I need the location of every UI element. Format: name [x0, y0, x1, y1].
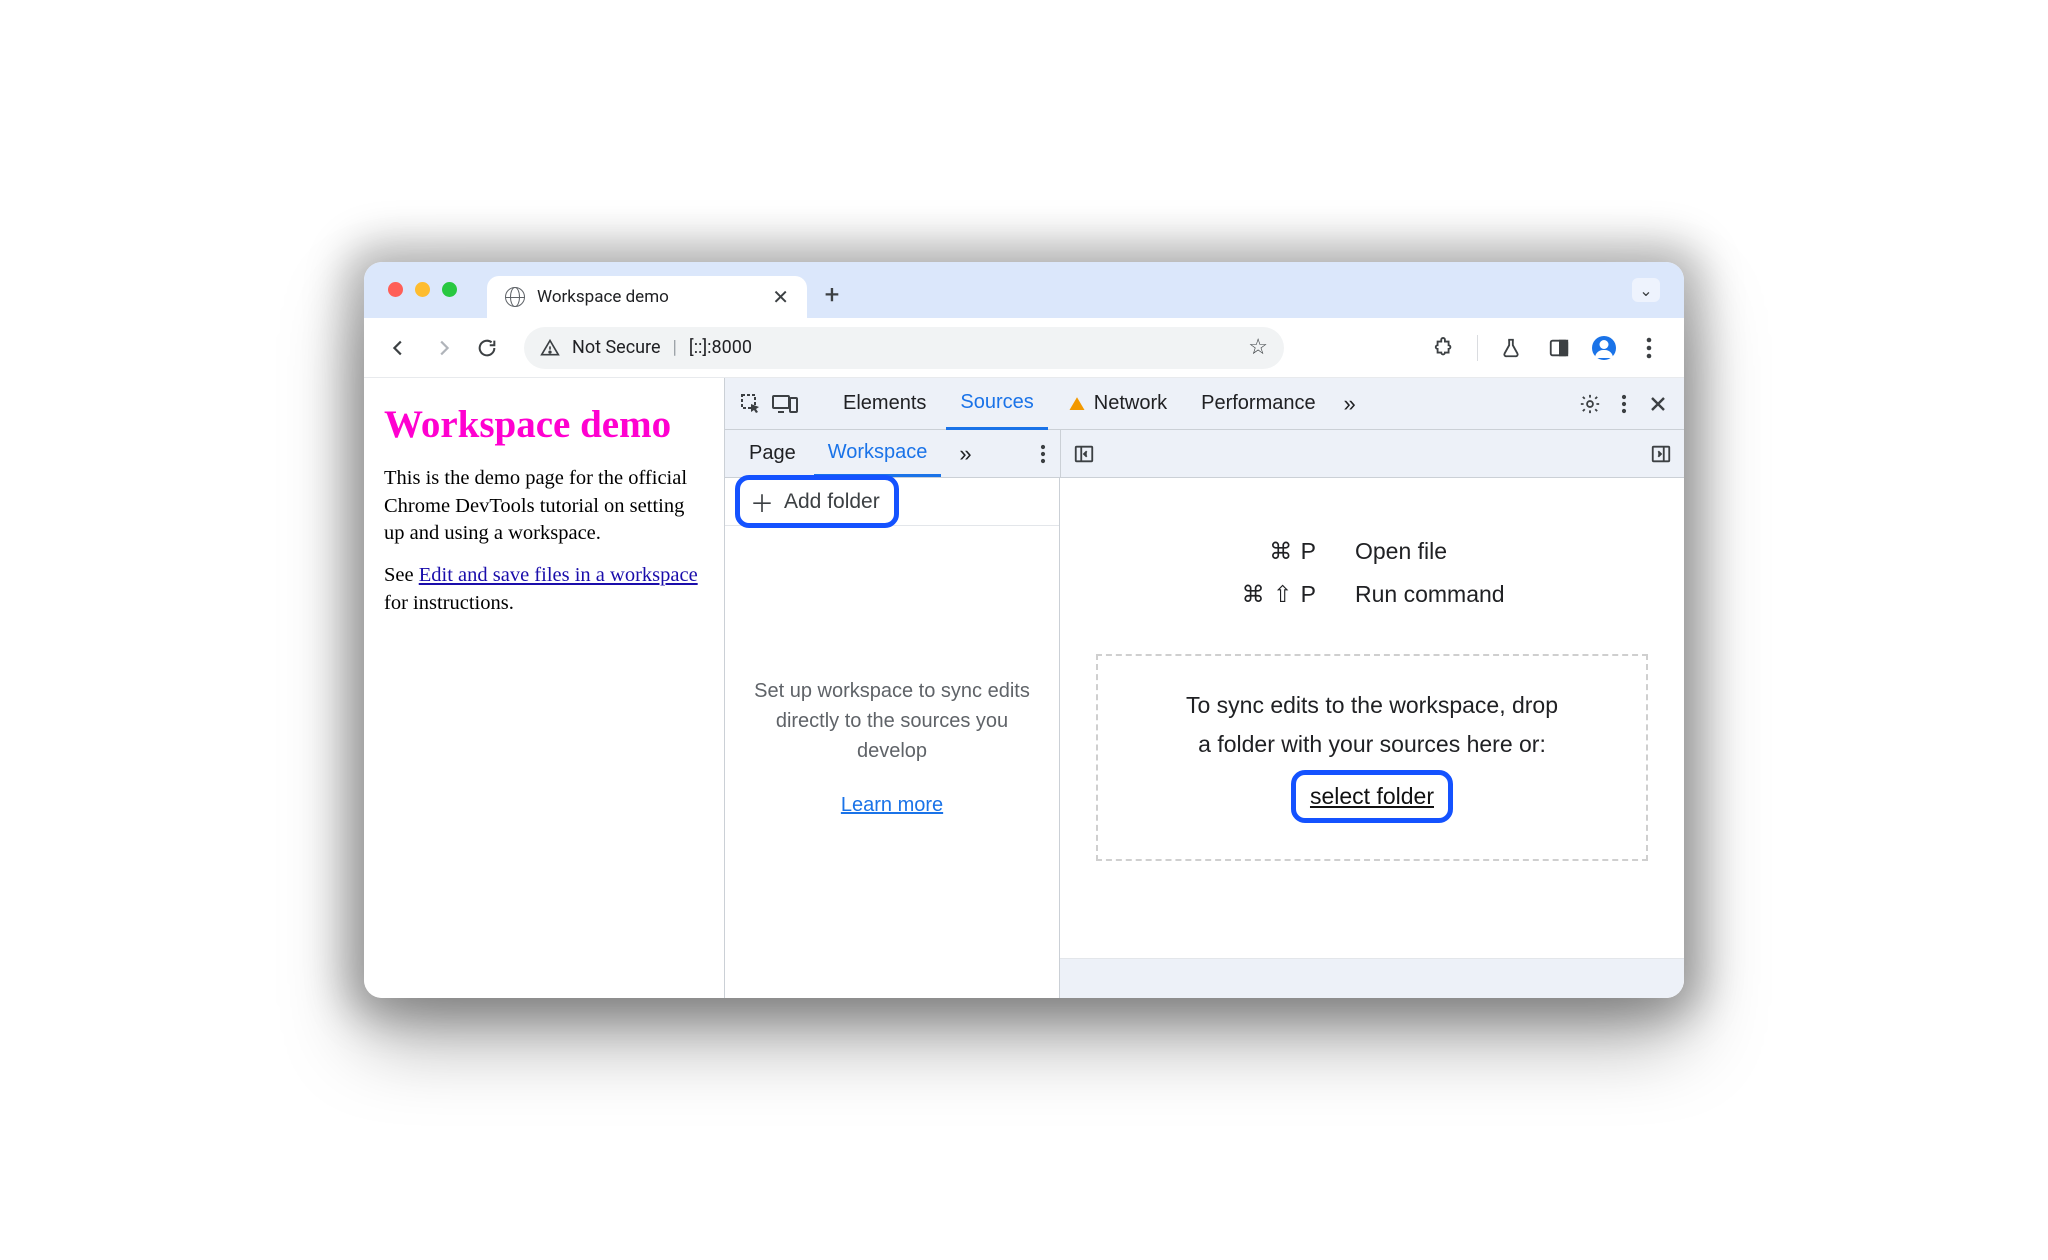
toolbar-right — [1429, 333, 1664, 363]
para2-prefix: See — [384, 564, 419, 586]
learn-more-link[interactable]: Learn more — [841, 794, 943, 816]
browser-menu-button[interactable] — [1634, 333, 1664, 363]
dropzone-text-2: a folder with your sources here or: — [1128, 725, 1616, 764]
subtab-page[interactable]: Page — [735, 430, 810, 477]
bookmark-star-icon[interactable]: ☆ — [1248, 335, 1268, 360]
tab-strip: Workspace demo ✕ + ⌄ — [364, 262, 1684, 318]
subtab-workspace[interactable]: Workspace — [814, 430, 942, 477]
page-heading: Workspace demo — [384, 402, 704, 447]
inspect-element-icon[interactable] — [737, 392, 765, 416]
devtools-tabbar: Elements Sources Network Performance » — [725, 378, 1684, 430]
navigator-kebab-menu[interactable] — [1026, 430, 1060, 477]
shortcut-open-file-keys: ⌘ P — [1207, 538, 1317, 565]
sources-body: ＋ Add folder Set up workspace to sync ed… — [725, 478, 1684, 998]
device-toolbar-icon[interactable] — [771, 393, 799, 415]
maximize-window-button[interactable] — [442, 282, 457, 297]
devtools-close-icon[interactable] — [1644, 395, 1672, 413]
panel-toggle-icon[interactable] — [1544, 333, 1574, 363]
add-folder-label: Add folder — [784, 490, 880, 514]
warning-triangle-icon — [1068, 395, 1086, 413]
shortcut-open-file-label: Open file — [1355, 538, 1447, 565]
address-bar[interactable]: Not Secure | [::]:8000 ☆ — [524, 327, 1284, 369]
add-folder-button[interactable]: ＋ Add folder — [735, 475, 899, 528]
toolbar-divider — [1477, 335, 1478, 361]
browser-window: Workspace demo ✕ + ⌄ Not Secure | [::]:8… — [364, 262, 1684, 998]
profile-avatar[interactable] — [1592, 336, 1616, 360]
shortcut-run-command: ⌘ ⇧ P Run command — [1207, 581, 1537, 608]
warning-triangle-icon — [540, 338, 560, 358]
tab-search-button[interactable]: ⌄ — [1632, 278, 1660, 302]
para2-suffix: for instructions. — [384, 592, 514, 614]
collapse-right-panel-icon[interactable] — [1650, 443, 1672, 465]
plus-icon: ＋ — [750, 484, 774, 519]
shortcut-run-command-label: Run command — [1355, 581, 1505, 608]
devtools-panel: Elements Sources Network Performance » — [724, 378, 1684, 998]
more-tabs-icon[interactable]: » — [1336, 391, 1364, 417]
new-tab-button[interactable]: + — [817, 280, 847, 310]
devtools-kebab-menu[interactable] — [1610, 394, 1638, 414]
tab-title: Workspace demo — [537, 287, 669, 307]
tab-close-button[interactable]: ✕ — [772, 285, 789, 309]
reload-button[interactable] — [472, 333, 502, 363]
tab-elements[interactable]: Elements — [829, 378, 940, 429]
shortcut-run-command-keys: ⌘ ⇧ P — [1207, 581, 1317, 608]
tab-network[interactable]: Network — [1054, 378, 1181, 429]
add-folder-row: ＋ Add folder — [725, 478, 1059, 526]
extensions-icon[interactable] — [1429, 333, 1459, 363]
workspace-dropzone[interactable]: To sync edits to the workspace, drop a f… — [1096, 654, 1648, 861]
close-window-button[interactable] — [388, 282, 403, 297]
rendered-page: Workspace demo This is the demo page for… — [364, 378, 724, 998]
page-paragraph-1: This is the demo page for the official C… — [384, 465, 704, 548]
tab-sources[interactable]: Sources — [946, 379, 1047, 430]
workspace-navigator: ＋ Add folder Set up workspace to sync ed… — [725, 478, 1060, 998]
minimize-window-button[interactable] — [415, 282, 430, 297]
workspace-tutorial-link[interactable]: Edit and save files in a workspace — [419, 564, 698, 586]
address-url: [::]:8000 — [689, 337, 752, 358]
shortcut-open-file: ⌘ P Open file — [1207, 538, 1537, 565]
select-folder-link[interactable]: select folder — [1291, 770, 1453, 823]
forward-button[interactable] — [428, 333, 458, 363]
dropzone-text-1: To sync edits to the workspace, drop — [1128, 686, 1616, 725]
more-subtabs-icon[interactable]: » — [945, 430, 985, 477]
navigator-hint-text: Set up workspace to sync edits directly … — [725, 676, 1059, 766]
content-area: Workspace demo This is the demo page for… — [364, 378, 1684, 998]
security-label: Not Secure — [572, 337, 661, 358]
page-paragraph-2: See Edit and save files in a workspace f… — [384, 562, 704, 617]
globe-icon — [505, 287, 525, 307]
shortcuts-list: ⌘ P Open file ⌘ ⇧ P Run command — [1060, 538, 1684, 608]
collapse-left-panel-icon[interactable] — [1073, 443, 1095, 465]
tab-performance[interactable]: Performance — [1187, 378, 1330, 429]
sources-bottom-strip — [1060, 958, 1684, 998]
browser-tab[interactable]: Workspace demo ✕ — [487, 276, 807, 318]
sources-subtabbar: Page Workspace » — [725, 430, 1684, 478]
address-separator: | — [673, 337, 677, 358]
sources-main-pane: ⌘ P Open file ⌘ ⇧ P Run command To sync … — [1060, 478, 1684, 998]
settings-gear-icon[interactable] — [1576, 393, 1604, 415]
back-button[interactable] — [384, 333, 414, 363]
tab-network-label: Network — [1094, 392, 1167, 415]
window-controls — [388, 282, 457, 297]
labs-flask-icon[interactable] — [1496, 333, 1526, 363]
browser-toolbar: Not Secure | [::]:8000 ☆ — [364, 318, 1684, 378]
